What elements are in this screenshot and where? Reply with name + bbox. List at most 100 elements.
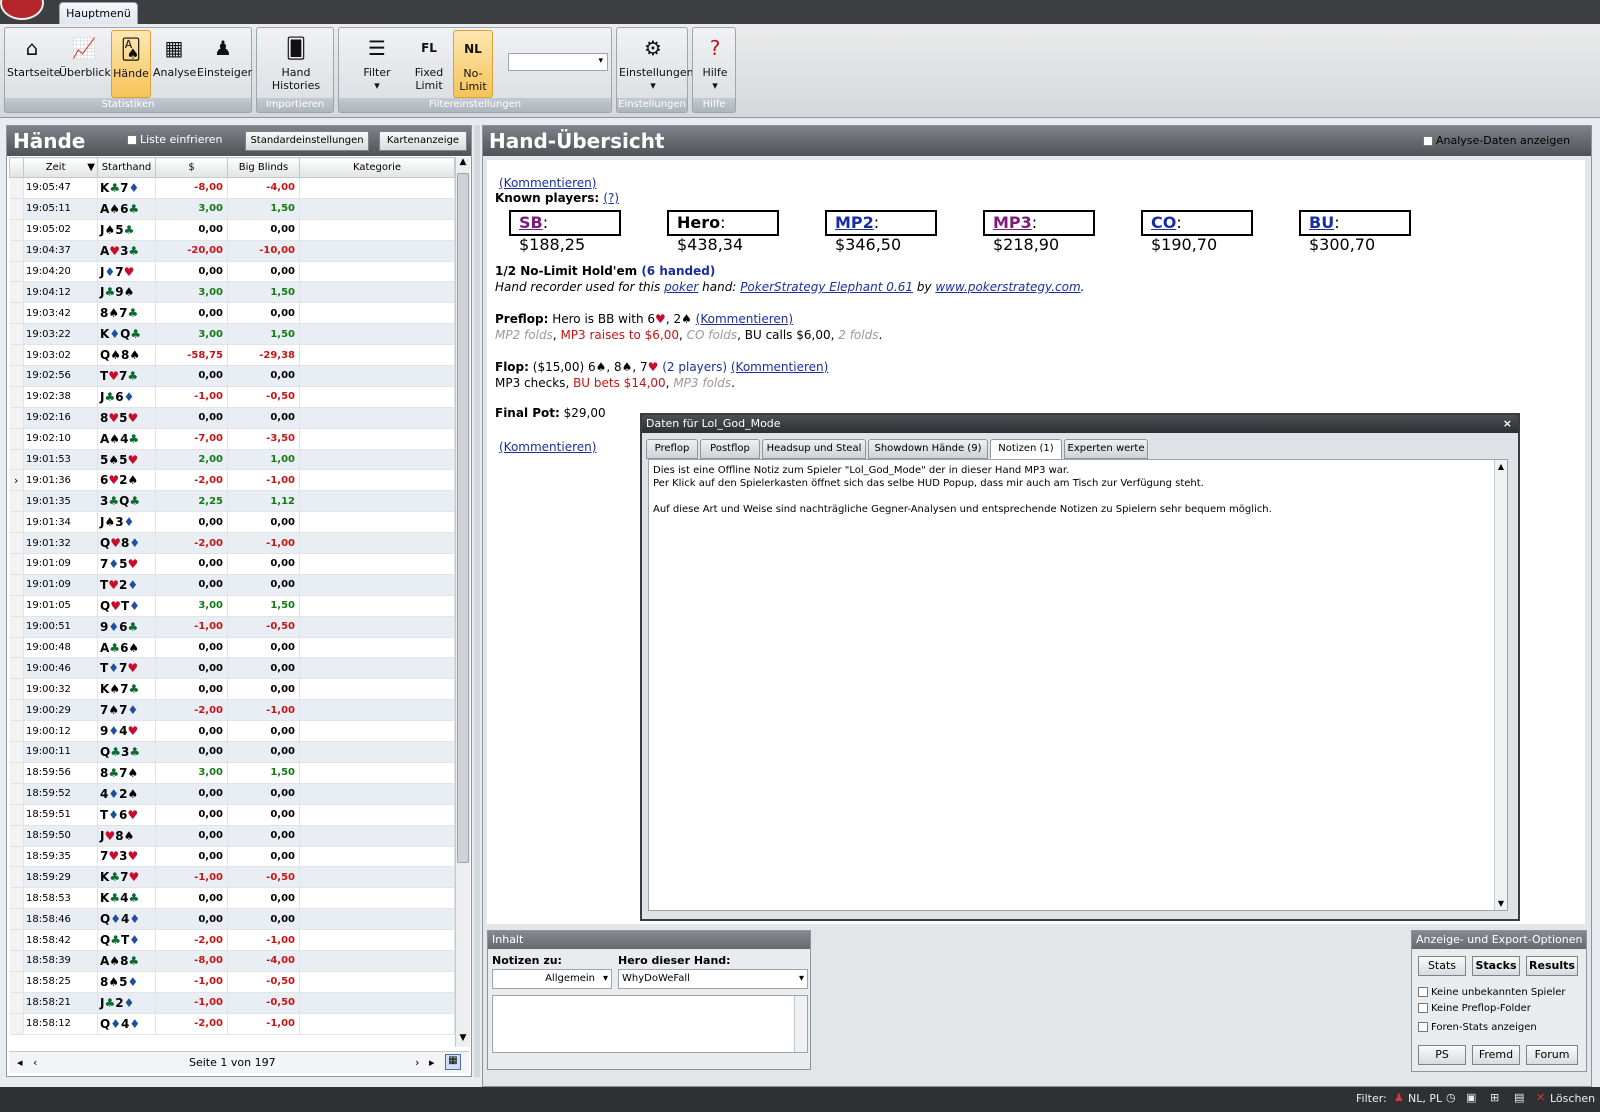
default-settings-button[interactable]: Standardeinstellungen xyxy=(245,131,369,151)
table-row[interactable]: › 19:01:36 6♥2♠ -2,00 -1,00 xyxy=(9,469,455,492)
comment-link[interactable]: (Kommentieren) xyxy=(731,360,828,374)
clock-icon[interactable]: ◷ xyxy=(1446,1091,1456,1104)
row-selector[interactable] xyxy=(9,532,24,555)
row-selector[interactable] xyxy=(9,616,24,638)
column-starthand[interactable]: Starthand xyxy=(97,157,156,178)
row-selector[interactable] xyxy=(9,240,24,262)
freeze-list-checkbox[interactable]: Liste einfrieren xyxy=(127,133,223,146)
column-time[interactable]: Zeit ▼ xyxy=(23,157,98,178)
no-unknown-players-checkbox[interactable]: Keine unbekannten Spieler xyxy=(1418,987,1566,998)
tab-main-menu[interactable]: Hauptmenü xyxy=(59,2,138,24)
elephant-link[interactable]: PokerStrategy Elephant 0.61 xyxy=(740,280,913,294)
hands-scrollbar[interactable]: ▲ ▼ xyxy=(455,157,470,1047)
popup-tab[interactable]: Preflop xyxy=(646,439,698,459)
popup-tab[interactable]: Headsup und Steal xyxy=(762,439,866,459)
table-row[interactable]: 19:03:02 Q♠8♠ -58,75 -29,38 xyxy=(9,344,455,367)
splitter[interactable] xyxy=(474,125,480,1077)
last-page-icon[interactable]: ▸ xyxy=(429,1056,435,1069)
table-row[interactable]: 18:58:39 A♠8♣ -8,00 -4,00 xyxy=(9,950,455,972)
no-limit-button[interactable]: NL No-Limit xyxy=(453,30,493,98)
player-position[interactable]: MP3 xyxy=(993,213,1032,232)
table-row[interactable]: 18:59:52 4♦2♠ 0,00 0,00 xyxy=(9,783,455,805)
table-row[interactable]: 18:58:25 8♠5♦ -1,00 -0,50 xyxy=(9,971,455,993)
ps-button[interactable]: PS xyxy=(1418,1045,1466,1065)
column-big-blinds[interactable]: Big Blinds xyxy=(227,157,300,178)
row-selector[interactable] xyxy=(9,511,24,534)
row-selector[interactable] xyxy=(9,574,24,596)
table-row[interactable]: 18:58:53 K♣4♣ 0,00 0,00 xyxy=(9,887,455,910)
row-selector[interactable] xyxy=(9,720,24,743)
scroll-up-icon[interactable]: ▲ xyxy=(1495,460,1507,473)
table-row[interactable]: 19:00:12 9♦4♥ 0,00 0,00 xyxy=(9,720,455,743)
table-row[interactable]: 18:58:21 J♣2♦ -1,00 -0,50 xyxy=(9,992,455,1014)
table-row[interactable]: 19:00:51 9♦6♣ -1,00 -0,50 xyxy=(9,616,455,638)
player-box[interactable]: MP3: $218,90 xyxy=(983,210,1095,254)
settings-button[interactable]: ⚙ Einstellungen ▾ xyxy=(619,30,694,98)
scroll-down-icon[interactable]: ▼ xyxy=(1495,897,1507,910)
row-selector[interactable] xyxy=(9,950,24,972)
beginner-button[interactable]: ♟ Einsteiger xyxy=(197,30,252,98)
first-page-icon[interactable]: ◂ xyxy=(17,1056,23,1069)
delete-icon[interactable]: ✕ xyxy=(1536,1091,1545,1104)
table-row[interactable]: 18:59:50 J♥8♠ 0,00 0,00 xyxy=(9,825,455,847)
player-box[interactable]: BU: $300,70 xyxy=(1299,210,1411,254)
table-row[interactable]: 18:58:12 Q♦4♦ -2,00 -1,00 xyxy=(9,1013,455,1035)
table-row[interactable]: 19:00:48 A♣6♠ 0,00 0,00 xyxy=(9,637,455,659)
column-category[interactable]: Kategorie xyxy=(299,157,455,178)
table-row[interactable]: 19:01:53 5♠5♥ 2,00 1,00 xyxy=(9,449,455,471)
table-row[interactable]: 19:01:35 3♣Q♣ 2,25 1,12 xyxy=(9,490,455,513)
row-selector[interactable] xyxy=(9,595,24,617)
row-selector[interactable] xyxy=(9,428,24,450)
table-row[interactable]: 19:02:10 A♠4♣ -7,00 -3,50 xyxy=(9,428,455,450)
table-row[interactable]: 18:59:51 T♦6♥ 0,00 0,00 xyxy=(9,804,455,826)
row-selector[interactable] xyxy=(9,261,24,283)
row-selector[interactable] xyxy=(9,219,24,241)
table-row[interactable]: 19:04:12 J♣9♠ 3,00 1,50 xyxy=(9,281,455,304)
comment-link[interactable]: (Kommentieren) xyxy=(696,312,793,326)
notes-textarea[interactable] xyxy=(492,995,808,1053)
comment-link[interactable]: (Kommentieren) xyxy=(499,176,596,190)
card-display-button[interactable]: Kartenanzeige xyxy=(379,131,467,151)
stacks-button[interactable]: Stacks xyxy=(1472,956,1520,976)
row-selector[interactable] xyxy=(9,637,24,659)
table-row[interactable]: 19:04:20 J♦7♥ 0,00 0,00 xyxy=(9,261,455,283)
poker-link[interactable]: poker xyxy=(664,280,698,294)
fremd-button[interactable]: Fremd xyxy=(1472,1045,1520,1065)
row-selector[interactable] xyxy=(9,553,24,575)
notes-scrollbar[interactable] xyxy=(794,996,807,1052)
close-icon[interactable]: × xyxy=(1503,415,1512,433)
table-row[interactable]: 19:03:22 K♦Q♣ 3,00 1,50 xyxy=(9,323,455,346)
table-row[interactable]: 19:01:34 J♠3♦ 0,00 0,00 xyxy=(9,511,455,534)
player-position[interactable]: MP2 xyxy=(835,213,874,232)
clear-filter-button[interactable]: Löschen xyxy=(1550,1092,1595,1105)
row-selector[interactable] xyxy=(9,699,24,722)
row-selector[interactable] xyxy=(9,657,24,680)
row-selector[interactable] xyxy=(9,804,24,826)
player-box[interactable]: CO: $190,70 xyxy=(1141,210,1253,254)
scroll-down-icon[interactable]: ▼ xyxy=(456,1033,470,1047)
row-selector[interactable] xyxy=(9,449,24,471)
table-row[interactable]: 19:02:16 8♥5♥ 0,00 0,00 xyxy=(9,407,455,429)
table-row[interactable]: 19:01:09 7♦5♥ 0,00 0,00 xyxy=(9,553,455,575)
table-row[interactable]: 19:02:56 T♥7♣ 0,00 0,00 xyxy=(9,365,455,387)
analysis-button[interactable]: ▦ Analyse xyxy=(153,30,196,98)
player-position[interactable]: CO xyxy=(1151,213,1176,232)
row-selector[interactable]: › xyxy=(9,469,24,492)
tree-icon[interactable]: ⊞ xyxy=(1490,1091,1499,1104)
table-row[interactable]: 19:05:47 K♣7♦ -8,00 -4,00 xyxy=(9,177,455,199)
table-row[interactable]: 19:02:38 J♣6♦ -1,00 -0,50 xyxy=(9,386,455,408)
row-selector[interactable] xyxy=(9,992,24,1014)
fixed-limit-button[interactable]: FL Fixed Limit xyxy=(409,30,449,98)
forum-stats-checkbox[interactable]: Foren-Stats anzeigen xyxy=(1418,1022,1537,1033)
row-selector[interactable] xyxy=(9,678,24,701)
help-button[interactable]: ? Hilfe ▾ xyxy=(695,30,735,98)
popup-tab[interactable]: Showdown Hände (9) xyxy=(868,439,988,459)
table-row[interactable]: 19:01:09 T♥2♦ 0,00 0,00 xyxy=(9,574,455,596)
grid-icon[interactable]: ▦ xyxy=(445,1054,461,1070)
no-preflop-folder-checkbox[interactable]: Keine Preflop-Folder xyxy=(1418,1003,1531,1014)
table-row[interactable]: 18:58:46 Q♦4♦ 0,00 0,00 xyxy=(9,908,455,931)
table-row[interactable]: 19:05:02 J♠5♣ 0,00 0,00 xyxy=(9,219,455,241)
table-row[interactable]: 18:58:42 Q♣T♦ -2,00 -1,00 xyxy=(9,929,455,951)
row-selector[interactable] xyxy=(9,281,24,304)
hands-button[interactable]: 🂡 Hände xyxy=(111,30,151,98)
